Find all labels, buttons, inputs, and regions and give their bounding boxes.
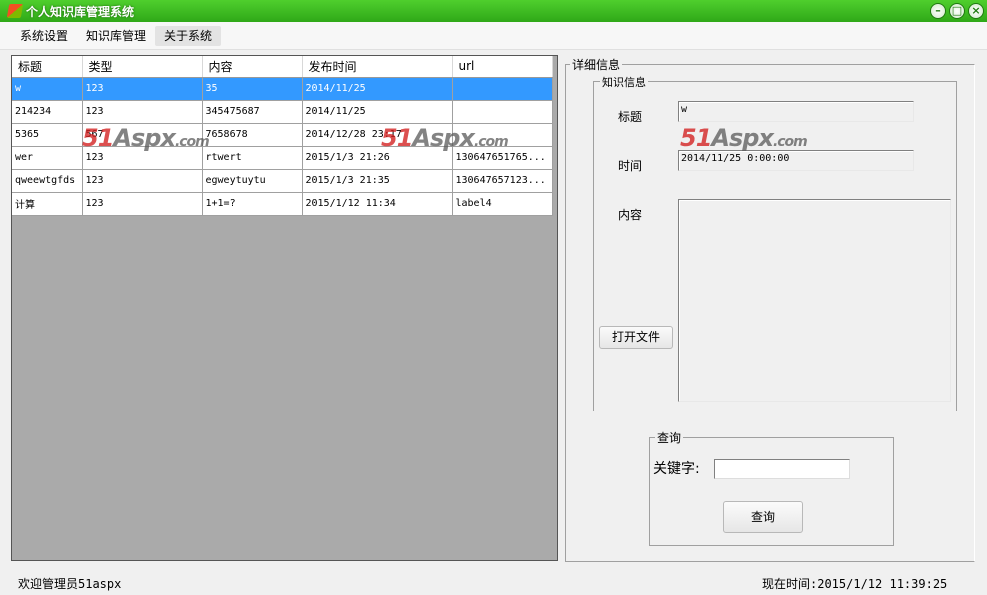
cell-title[interactable]: 5365: [12, 123, 83, 147]
cell-publish-time[interactable]: 2015/1/12 11:34: [302, 192, 453, 216]
column-header-type[interactable]: 类型: [82, 56, 203, 78]
table-row[interactable]: w 123 35 2014/11/25: [12, 77, 553, 101]
menu-bar: 系统设置 知识库管理 关于系统: [0, 22, 987, 50]
cell-url[interactable]: label4: [452, 192, 553, 216]
search-button[interactable]: 查询: [723, 501, 803, 533]
time-label: 时间: [618, 159, 643, 173]
detail-group-title: 详细信息: [570, 56, 623, 73]
cell-content[interactable]: 345475687: [202, 100, 303, 124]
cell-type[interactable]: 123: [82, 169, 203, 193]
content-textarea[interactable]: [678, 199, 951, 402]
cell-url[interactable]: [452, 77, 553, 101]
cell-title[interactable]: 214234: [12, 100, 83, 124]
table-row[interactable]: 214234 123 345475687 2014/11/25: [12, 100, 553, 124]
grid-header-row: 标题 类型 内容 发布时间 url: [12, 56, 553, 78]
cell-content[interactable]: egweytuytu: [202, 169, 303, 193]
cell-type[interactable]: 123: [82, 100, 203, 124]
cell-content[interactable]: 7658678: [202, 123, 303, 147]
cell-publish-time[interactable]: 2014/12/28 23:17: [302, 123, 453, 147]
content-label: 内容: [618, 208, 643, 222]
cell-type[interactable]: 123: [82, 146, 203, 170]
knowledge-grid[interactable]: 标题 类型 内容 发布时间 url w 123 35 2014/11/25 21…: [11, 55, 558, 561]
cell-type[interactable]: 123: [82, 192, 203, 216]
knowledge-info-group-title: 知识信息: [600, 74, 648, 90]
cell-url[interactable]: 130647651765...: [452, 146, 553, 170]
menu-system-settings[interactable]: 系统设置: [12, 26, 77, 46]
table-row[interactable]: qweewtgfds 123 egweytuytu 2015/1/3 21:35…: [12, 169, 553, 193]
cell-content[interactable]: rtwert: [202, 146, 303, 170]
close-icon[interactable]: ×: [968, 3, 984, 19]
cell-publish-time[interactable]: 2015/1/3 21:26: [302, 146, 453, 170]
column-header-content[interactable]: 内容: [202, 56, 303, 78]
menu-knowledge-management[interactable]: 知识库管理: [77, 26, 155, 46]
welcome-text: 欢迎管理员51aspx: [18, 577, 122, 591]
window-title: 个人知识库管理系统: [26, 4, 135, 19]
menu-about-system[interactable]: 关于系统: [155, 25, 222, 46]
table-row[interactable]: wer 123 rtwert 2015/1/3 21:26 1306476517…: [12, 146, 553, 170]
cell-publish-time[interactable]: 2015/1/3 21:35: [302, 169, 453, 193]
cell-url[interactable]: [452, 123, 553, 147]
cell-title[interactable]: w: [12, 77, 83, 101]
column-header-url[interactable]: url: [452, 56, 553, 78]
cell-url[interactable]: [452, 100, 553, 124]
table-row[interactable]: 5365 567 7658678 2014/12/28 23:17: [12, 123, 553, 147]
cell-publish-time[interactable]: 2014/11/25: [302, 100, 453, 124]
column-header-publish-time[interactable]: 发布时间: [302, 56, 453, 78]
cell-content[interactable]: 35: [202, 77, 303, 101]
keyword-label: 关键字:: [653, 461, 700, 477]
cell-title[interactable]: qweewtgfds: [12, 169, 83, 193]
column-header-title[interactable]: 标题: [12, 56, 83, 78]
status-bar: 欢迎管理员51aspx 现在时间:2015/1/12 11:39:25: [0, 570, 987, 595]
cell-content[interactable]: 1+1=?: [202, 192, 303, 216]
title-field[interactable]: w: [678, 101, 914, 122]
table-row[interactable]: 计算 123 1+1=? 2015/1/12 11:34 label4: [12, 192, 553, 216]
cell-url[interactable]: 130647657123...: [452, 169, 553, 193]
cell-type[interactable]: 567: [82, 123, 203, 147]
open-file-button[interactable]: 打开文件: [599, 326, 673, 349]
search-group-title: 查询: [655, 429, 684, 446]
title-label: 标题: [618, 110, 643, 124]
minimize-icon[interactable]: –: [930, 3, 946, 19]
keyword-input[interactable]: [714, 459, 850, 479]
cell-title[interactable]: 计算: [12, 192, 83, 216]
title-bar: 个人知识库管理系统 – □ ×: [0, 0, 987, 22]
cell-publish-time[interactable]: 2014/11/25: [302, 77, 453, 101]
app-logo-icon: [6, 4, 24, 18]
cell-title[interactable]: wer: [12, 146, 83, 170]
cell-type[interactable]: 123: [82, 77, 203, 101]
current-time-text: 现在时间:2015/1/12 11:39:25: [762, 577, 948, 591]
time-field[interactable]: 2014/11/25 0:00:00: [678, 150, 914, 171]
maximize-icon[interactable]: □: [949, 3, 965, 19]
